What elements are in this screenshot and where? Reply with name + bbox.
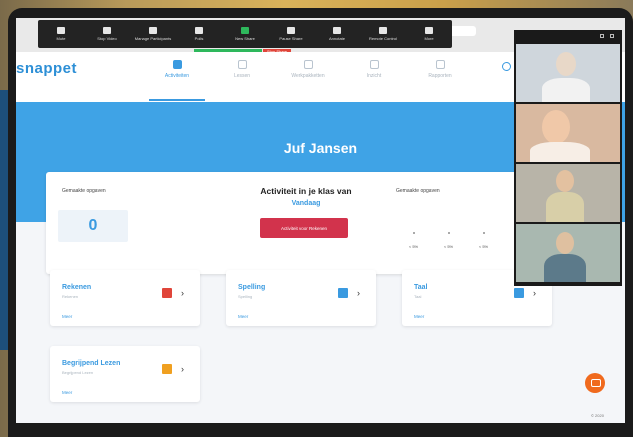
calculator-icon bbox=[162, 288, 172, 298]
chevron-right-icon: › bbox=[533, 288, 536, 298]
stat-item: < 5% bbox=[431, 232, 466, 249]
nav-tab-werkpakketten[interactable]: Werkpakketten bbox=[280, 60, 336, 79]
app-logo[interactable]: snappet bbox=[16, 60, 77, 77]
more-link[interactable]: Meer bbox=[62, 390, 72, 395]
completed-tasks-label-right: Gemaakte opgaven bbox=[396, 188, 440, 194]
stat-item: < 5% bbox=[466, 232, 501, 249]
spelling-icon bbox=[338, 288, 348, 298]
participant-body bbox=[542, 78, 590, 102]
more-icon bbox=[425, 27, 433, 34]
microphone-icon bbox=[57, 27, 65, 34]
insight-icon bbox=[369, 60, 379, 69]
polls-button[interactable]: Polls bbox=[176, 20, 222, 48]
activity-button[interactable]: Activiteit voor Rekenen bbox=[260, 218, 348, 238]
camera-icon bbox=[103, 27, 111, 34]
subject-card-spelling[interactable]: Spelling Spelling › Meer bbox=[226, 270, 376, 326]
participant-body bbox=[544, 254, 586, 282]
video-tile[interactable] bbox=[516, 104, 620, 162]
completed-tasks-label: Gemaakte opgaven bbox=[62, 188, 106, 194]
nav-tab-inzicht[interactable]: Inzicht bbox=[346, 60, 402, 79]
zoom-share-toolbar: Mute Stop Video Manage Participants Poll… bbox=[38, 20, 452, 48]
active-tab-indicator bbox=[149, 99, 205, 101]
video-tile[interactable] bbox=[516, 164, 620, 222]
packages-icon bbox=[303, 60, 313, 69]
reports-icon bbox=[435, 60, 445, 69]
minimize-icon[interactable] bbox=[610, 34, 614, 38]
participant-avatar bbox=[542, 110, 570, 144]
participant-body bbox=[546, 192, 584, 222]
participant-avatar bbox=[556, 170, 574, 192]
new-share-button[interactable]: New Share bbox=[222, 20, 268, 48]
stop-video-button[interactable]: Stop Video bbox=[84, 20, 130, 48]
nav-tab-rapporten[interactable]: Rapporten bbox=[412, 60, 468, 79]
chevron-right-icon: › bbox=[181, 364, 184, 374]
speech-bubble-icon bbox=[514, 288, 524, 298]
pause-share-button[interactable]: Pause Share bbox=[268, 20, 314, 48]
day-selector[interactable]: Vandaag bbox=[226, 200, 386, 207]
participant-avatar bbox=[556, 232, 574, 254]
manage-participants-button[interactable]: Manage Participants bbox=[130, 20, 176, 48]
nav-tab-lessen[interactable]: Lessen bbox=[214, 60, 270, 79]
participants-icon bbox=[149, 27, 157, 34]
subject-card-begrijpend-lezen[interactable]: Begrijpend Lezen Begrijpend Lezen › Meer bbox=[50, 346, 200, 402]
video-tile[interactable] bbox=[516, 224, 620, 282]
remote-control-button[interactable]: Remote Control bbox=[360, 20, 406, 48]
search-icon[interactable] bbox=[502, 62, 511, 71]
home-icon bbox=[172, 60, 182, 69]
chat-button[interactable] bbox=[585, 373, 605, 393]
mute-button[interactable]: Mute bbox=[38, 20, 84, 48]
nav-tab-activiteiten[interactable]: Activiteiten bbox=[149, 60, 205, 79]
remote-control-icon bbox=[379, 27, 387, 34]
annotate-icon bbox=[333, 27, 341, 34]
annotate-button[interactable]: Annotate bbox=[314, 20, 360, 48]
completed-tasks-count: 0 bbox=[58, 210, 128, 242]
chevron-right-icon: › bbox=[357, 288, 360, 298]
lessons-icon bbox=[237, 60, 247, 69]
more-link[interactable]: Meer bbox=[62, 314, 72, 319]
video-tile[interactable] bbox=[516, 44, 620, 102]
subject-card-rekenen[interactable]: Rekenen Rekenen › Meer bbox=[50, 270, 200, 326]
gallery-controls bbox=[514, 30, 622, 42]
participant-avatar bbox=[556, 52, 576, 76]
polls-icon bbox=[195, 27, 203, 34]
share-screen-icon bbox=[241, 27, 249, 34]
activity-card: Gemaakte opgaven 0 Activiteit in je klas… bbox=[46, 172, 536, 274]
stat-item: < 5% bbox=[396, 232, 431, 249]
pause-icon bbox=[287, 27, 295, 34]
activity-title: Activiteit in je klas van bbox=[260, 186, 352, 196]
participant-body bbox=[530, 142, 590, 162]
chevron-right-icon: › bbox=[181, 288, 184, 298]
more-button[interactable]: More bbox=[406, 20, 452, 48]
more-link[interactable]: Meer bbox=[414, 314, 424, 319]
more-link[interactable]: Meer bbox=[238, 314, 248, 319]
window-icon[interactable] bbox=[600, 34, 604, 38]
video-gallery bbox=[514, 30, 622, 286]
book-icon bbox=[162, 364, 172, 374]
footer-text: © 2020 bbox=[591, 413, 604, 418]
